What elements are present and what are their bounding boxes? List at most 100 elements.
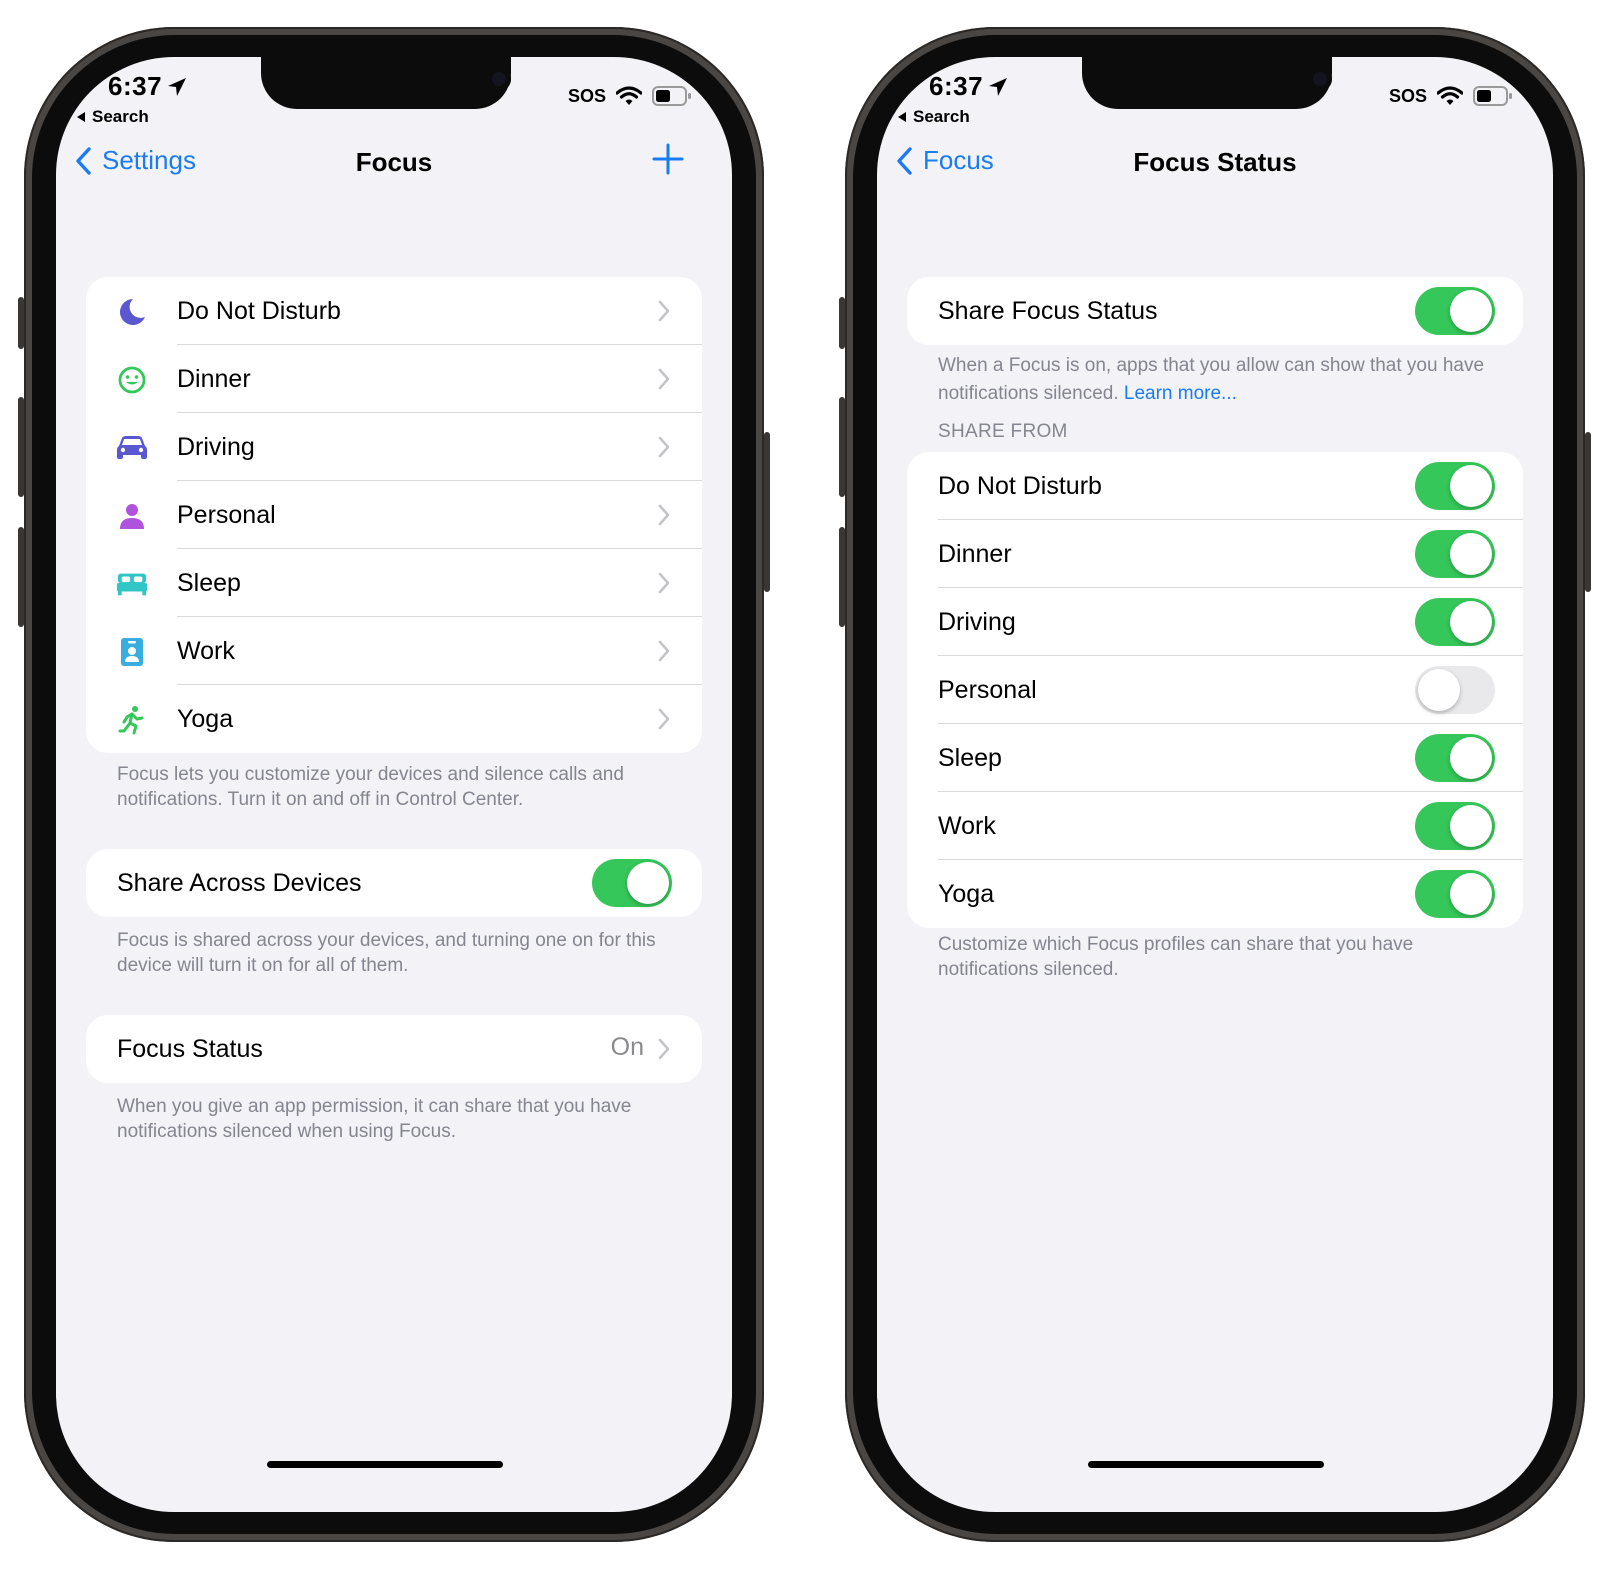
dinner-toggle[interactable] <box>1415 530 1495 578</box>
volume-up-button <box>18 397 24 497</box>
chevron-right-icon <box>658 436 670 458</box>
list-item-do-not-disturb[interactable]: Do Not Disturb <box>86 277 702 345</box>
list-item-driving[interactable]: Driving <box>86 413 702 481</box>
share-from-dinner: Dinner <box>907 520 1523 588</box>
badge-icon <box>116 636 148 668</box>
personal-toggle[interactable] <box>1415 666 1495 714</box>
toggle-knob <box>1450 737 1492 779</box>
toggle-knob <box>1450 873 1492 915</box>
notch <box>261 57 511 109</box>
sos-label: SOS <box>567 85 606 106</box>
power-button <box>764 432 770 592</box>
back-to-search[interactable]: Search <box>897 107 970 127</box>
back-app-label: Search <box>92 107 149 126</box>
chevron-right-icon <box>658 300 670 322</box>
add-focus-button[interactable] <box>652 143 684 180</box>
learn-more-link[interactable]: Learn more... <box>1124 383 1237 404</box>
share-from-personal: Personal <box>907 656 1523 724</box>
location-arrow-icon <box>168 77 187 96</box>
status-indicators: SOS <box>1389 85 1513 107</box>
volume-down-button <box>839 527 845 627</box>
share-from-yoga: Yoga <box>907 860 1523 928</box>
share-across-devices-row: Share Across Devices <box>86 849 702 917</box>
screen-focus-status: 6:37 Search SOS Focus Focus Status Share… <box>877 57 1553 1512</box>
row-label: Yoga <box>177 704 234 733</box>
battery-icon <box>652 86 691 106</box>
plus-icon <box>652 143 684 175</box>
list-item-sleep[interactable]: Sleep <box>86 549 702 617</box>
sleep-toggle[interactable] <box>1415 734 1495 782</box>
share-from-work: Work <box>907 792 1523 860</box>
iphone-frame-left: 6:37 Search SOS Settings Focus Do Not Di… <box>18 27 770 1542</box>
page-title: Focus Status <box>1133 147 1297 177</box>
row-label: Driving <box>938 607 1016 636</box>
status-indicators: SOS <box>568 85 692 107</box>
row-label: Share Across Devices <box>117 868 362 897</box>
share-from-do-not-disturb: Do Not Disturb <box>907 452 1523 520</box>
section-header-share-from: SHARE FROM <box>938 421 1068 442</box>
person-icon <box>116 500 148 532</box>
focus-modes-list: Do Not Disturb Dinner Driving Personal S… <box>86 277 702 753</box>
location-arrow-icon <box>989 77 1008 96</box>
chevron-right-icon <box>658 572 670 594</box>
row-label: Yoga <box>938 879 995 908</box>
navigation-bar: Settings Focus <box>56 143 732 185</box>
row-label: Do Not Disturb <box>938 471 1102 500</box>
chevron-right-icon <box>658 368 670 390</box>
back-triangle-icon <box>77 112 85 122</box>
share-footer-text: When a Focus is on, apps that you allow … <box>938 352 1493 408</box>
time-label: 6:37 <box>929 71 984 101</box>
list-item-yoga[interactable]: Yoga <box>86 685 702 753</box>
chevron-right-icon <box>658 1038 670 1060</box>
status-time: 6:37 <box>108 71 188 102</box>
home-indicator[interactable] <box>1088 1461 1324 1468</box>
toggle-knob <box>1450 290 1492 332</box>
list-item-personal[interactable]: Personal <box>86 481 702 549</box>
focus-status-row[interactable]: Focus Status On <box>86 1015 702 1083</box>
bed-icon <box>116 568 148 600</box>
toggle-knob <box>1418 669 1460 711</box>
share-from-footer-text: Customize which Focus profiles can share… <box>938 934 1414 980</box>
focus-status-value: On <box>610 1033 644 1061</box>
share-across-devices-toggle[interactable] <box>592 859 672 907</box>
focus-footer-text: Focus lets you customize your devices an… <box>117 764 624 810</box>
wifi-icon <box>616 86 642 105</box>
row-label: Do Not Disturb <box>177 296 341 325</box>
share-focus-status-row: Share Focus Status <box>907 277 1523 345</box>
toggle-knob <box>627 862 669 904</box>
back-triangle-icon <box>898 112 906 122</box>
status-footer-text: When you give an app permission, it can … <box>117 1096 632 1142</box>
share-from-driving: Driving <box>907 588 1523 656</box>
chevron-right-icon <box>658 708 670 730</box>
yoga-toggle[interactable] <box>1415 870 1495 918</box>
status-time: 6:37 <box>929 71 1009 102</box>
chevron-right-icon <box>658 640 670 662</box>
row-label: Dinner <box>938 539 1012 568</box>
row-label: Share Focus Status <box>938 296 1158 325</box>
share-from-sleep: Sleep <box>907 724 1523 792</box>
do-not-disturb-toggle[interactable] <box>1415 462 1495 510</box>
page-title: Focus <box>355 147 433 177</box>
work-toggle[interactable] <box>1415 802 1495 850</box>
row-label: Dinner <box>177 364 251 393</box>
row-label: Focus Status <box>117 1034 263 1063</box>
wifi-icon <box>1437 86 1463 105</box>
toggle-knob <box>1450 601 1492 643</box>
row-label: Work <box>177 636 235 665</box>
list-item-dinner[interactable]: Dinner <box>86 345 702 413</box>
row-label: Work <box>938 811 996 840</box>
toggle-knob <box>1450 465 1492 507</box>
navigation-bar: Focus Focus Status <box>877 145 1553 185</box>
back-to-search[interactable]: Search <box>76 107 149 127</box>
share-focus-status-group: Share Focus Status <box>907 277 1523 345</box>
toggle-knob <box>1450 533 1492 575</box>
share-focus-status-toggle[interactable] <box>1415 287 1495 335</box>
silent-switch <box>839 297 845 349</box>
home-indicator[interactable] <box>267 1461 503 1468</box>
iphone-frame-right: 6:37 Search SOS Focus Focus Status Share… <box>839 27 1591 1542</box>
list-item-work[interactable]: Work <box>86 617 702 685</box>
driving-toggle[interactable] <box>1415 598 1495 646</box>
volume-down-button <box>18 527 24 627</box>
car-icon <box>116 432 148 464</box>
front-camera <box>487 67 511 91</box>
